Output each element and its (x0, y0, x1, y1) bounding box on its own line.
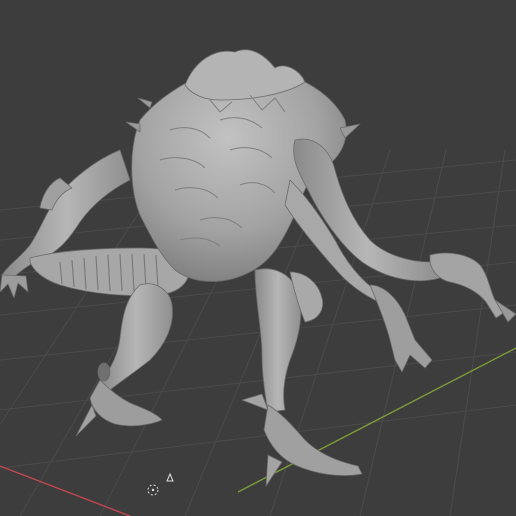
front-right-claw (241, 393, 269, 411)
3d-cursor-icon[interactable] (147, 484, 159, 496)
front-right-leg (254, 268, 302, 413)
x-axis-line (0, 465, 131, 516)
back-left-hoof-claw (75, 404, 97, 437)
light-object-icon[interactable] (166, 472, 174, 482)
creature-mesh[interactable] (0, 49, 516, 487)
back-spike-left (137, 97, 153, 109)
right-mid-hand (369, 284, 433, 373)
back-left-leg (99, 283, 173, 391)
left-claw (0, 274, 29, 299)
viewport-canvas[interactable] (0, 0, 516, 516)
right-forearm (429, 252, 506, 319)
back-left-ankle-hole (97, 362, 111, 382)
back-spike-top (125, 121, 141, 133)
3d-viewport[interactable] (0, 0, 516, 516)
back-left-foot (89, 379, 163, 427)
